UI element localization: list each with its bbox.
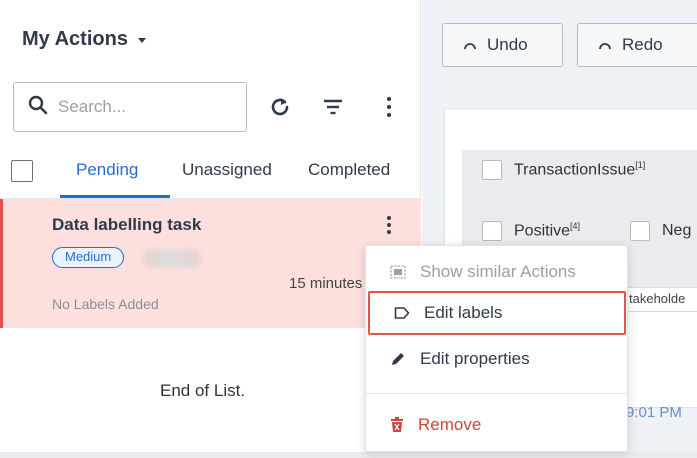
- tag-chip: takeholde: [626, 287, 697, 312]
- timestamp: 9:01 PM: [626, 404, 682, 421]
- select-all-checkbox[interactable]: [11, 160, 33, 182]
- label-text: Neg: [662, 222, 692, 239]
- bottom-bar: [0, 452, 697, 458]
- menu-item-label: Show similar Actions: [420, 262, 576, 281]
- similar-icon: [390, 265, 406, 279]
- blurred-assignee: [143, 249, 201, 267]
- menu-item-edit-properties[interactable]: Edit properties: [366, 337, 629, 381]
- pencil-icon: [392, 353, 404, 365]
- undo-label: Undo: [487, 35, 528, 54]
- task-title: Data labelling task: [52, 215, 202, 234]
- undo-icon: [464, 43, 476, 50]
- undo-button[interactable]: Undo: [442, 23, 563, 67]
- label-option[interactable]: Neg: [630, 221, 691, 241]
- redo-label: Redo: [622, 35, 663, 54]
- menu-item-edit-labels[interactable]: Edit labels: [368, 291, 626, 335]
- tab-pending[interactable]: Pending: [76, 160, 138, 180]
- priority-badge: Medium: [52, 247, 125, 268]
- end-of-list-text: End of List.: [160, 381, 246, 400]
- redo-icon: [599, 43, 611, 50]
- page-title: My Actions: [22, 28, 128, 50]
- menu-item-show-similar[interactable]: Show similar Actions: [366, 250, 629, 294]
- search-icon: [28, 95, 48, 120]
- tab-unassigned[interactable]: Unassigned: [182, 160, 272, 180]
- labels-status: No Labels Added: [52, 296, 159, 312]
- trash-icon: [391, 417, 403, 432]
- more-options-icon[interactable]: [374, 92, 404, 122]
- menu-item-label: Edit labels: [424, 303, 503, 322]
- label-checkbox[interactable]: [482, 160, 502, 180]
- label-option[interactable]: Positive[4]: [482, 221, 580, 241]
- menu-divider: [366, 393, 629, 394]
- label-checkbox[interactable]: [482, 221, 502, 241]
- menu-item-label: Edit properties: [420, 349, 530, 368]
- chevron-down-icon: [137, 38, 146, 43]
- context-menu: Show similar Actions Edit labels Edit pr…: [365, 245, 629, 452]
- label-icon: [394, 307, 410, 319]
- menu-item-remove[interactable]: Remove: [366, 403, 629, 447]
- actions-panel: My Actions Pending Unassigned Completed …: [0, 0, 421, 458]
- task-more-icon[interactable]: [379, 213, 399, 237]
- label-checkbox[interactable]: [630, 221, 650, 241]
- list-item[interactable]: Data labelling task Medium 15 minutes ag…: [0, 199, 421, 328]
- label-text: Positive[4]: [514, 221, 581, 240]
- redo-button[interactable]: Redo: [577, 23, 697, 67]
- filter-icon[interactable]: [318, 92, 348, 122]
- menu-item-label: Remove: [418, 415, 482, 434]
- label-option[interactable]: TransactionIssue[1]: [482, 160, 645, 180]
- search-input[interactable]: [58, 97, 218, 117]
- search-field[interactable]: [13, 82, 247, 132]
- refresh-icon[interactable]: [265, 92, 295, 122]
- tab-completed[interactable]: Completed: [308, 160, 390, 180]
- actions-title-dropdown[interactable]: My Actions: [22, 28, 146, 51]
- label-text: TransactionIssue[1]: [514, 160, 646, 179]
